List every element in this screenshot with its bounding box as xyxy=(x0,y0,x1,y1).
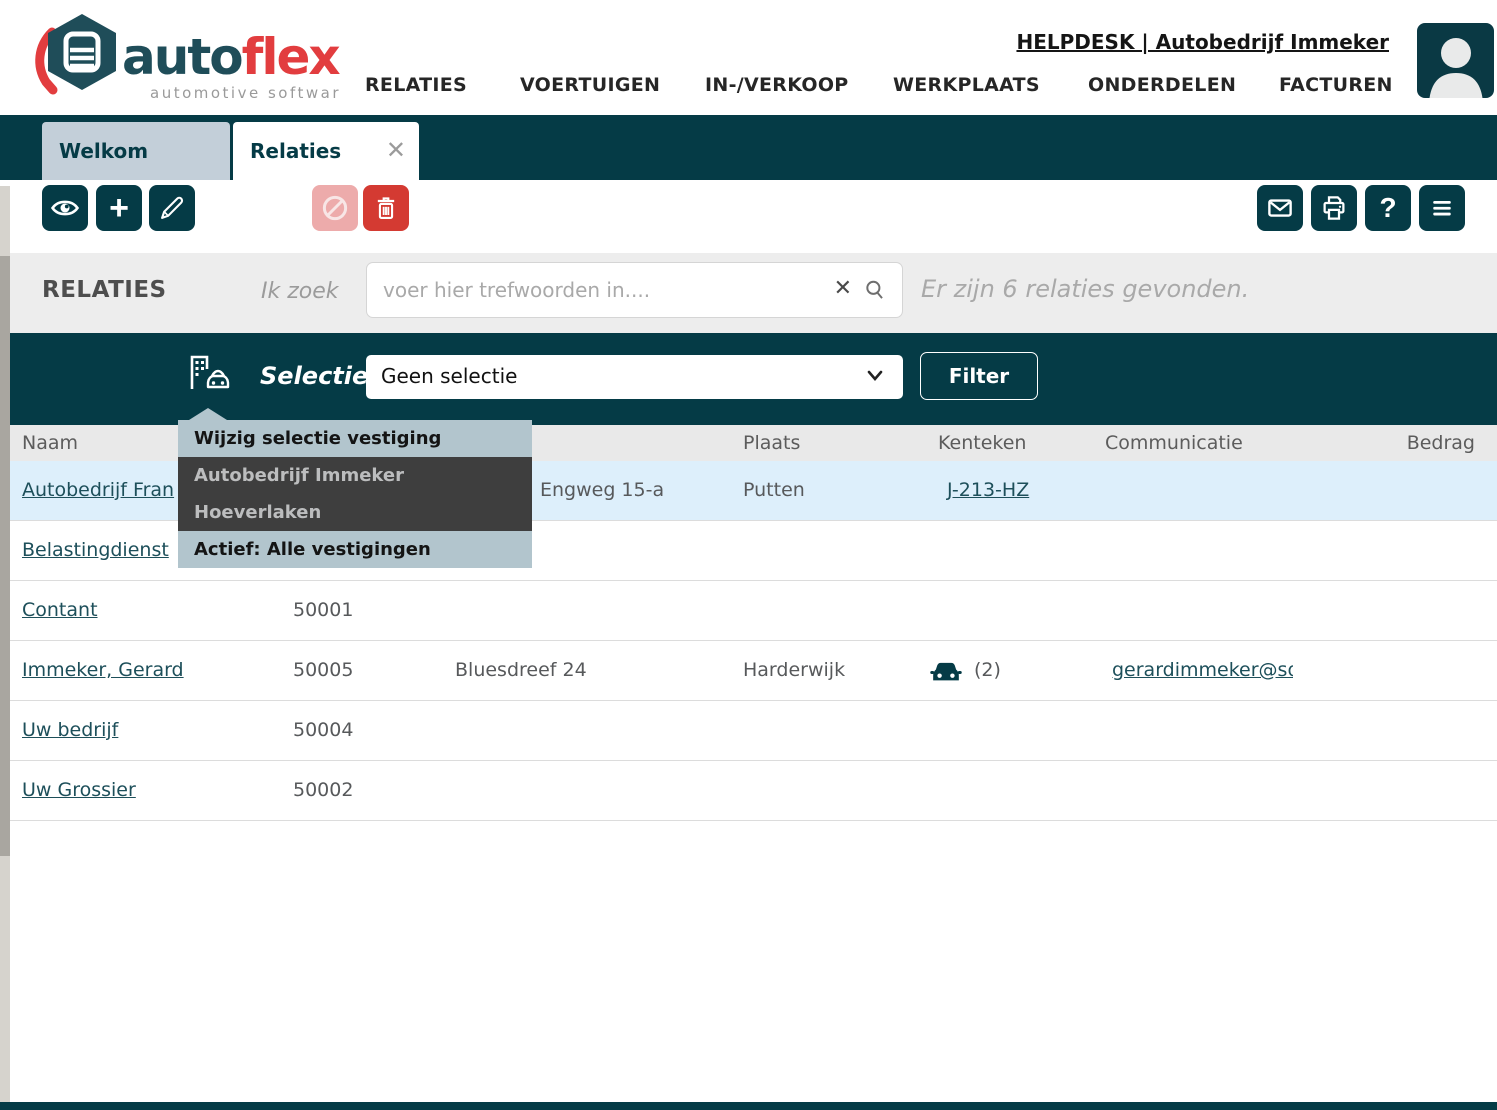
column-header-bedrag[interactable]: Bedrag xyxy=(1407,425,1475,461)
printer-icon xyxy=(1319,193,1349,223)
autoflex-logo[interactable]: autoflex automotive software xyxy=(30,8,340,108)
vestiging-menu: Wijzig selectie vestiging Autobedrijf Im… xyxy=(178,420,532,568)
relation-name-link[interactable]: Autobedrijf Fran xyxy=(22,461,174,520)
pencil-icon xyxy=(158,194,186,222)
app-window: autoflex automotive software RELATIES VO… xyxy=(0,0,1497,1110)
clear-search-icon[interactable]: ✕ xyxy=(834,276,852,301)
search-box: ✕ xyxy=(366,262,903,318)
nav-in-verkoop[interactable]: IN-/VERKOOP xyxy=(705,74,849,96)
selected-option: Geen selectie xyxy=(381,364,517,388)
relation-name-link[interactable]: Belastingdienst xyxy=(22,521,169,580)
search-icon[interactable] xyxy=(862,277,888,307)
footer-bar xyxy=(0,1102,1497,1110)
chevron-down-icon xyxy=(865,368,885,388)
relation-name-link[interactable]: Immeker, Gerard xyxy=(22,641,184,700)
add-button[interactable]: + xyxy=(96,185,142,231)
tab-welkom[interactable]: Welkom xyxy=(42,122,230,180)
column-header-kenteken[interactable]: Kenteken xyxy=(938,425,1026,461)
svg-text:autoflex: autoflex xyxy=(122,28,340,86)
menu-item-autobedrijf-immeker[interactable]: Autobedrijf Immeker xyxy=(178,457,532,494)
license-plate-link[interactable]: J-213-HZ xyxy=(947,461,1029,520)
relation-address: Bluesdreef 24 xyxy=(455,641,587,700)
email-link[interactable] xyxy=(1112,461,1293,520)
edit-button[interactable] xyxy=(149,185,195,231)
table-row[interactable]: Uw bedrijf 50004 xyxy=(0,701,1497,761)
envelope-icon xyxy=(1265,193,1295,223)
block-button[interactable] xyxy=(312,185,358,231)
table-row[interactable]: Contant 50001 xyxy=(0,581,1497,641)
email-link[interactable]: gerardimmeker@so xyxy=(1112,641,1293,700)
logo-word-auto: auto xyxy=(122,28,242,86)
plus-icon: + xyxy=(109,188,129,228)
menu-item-wijzig-selectie[interactable]: Wijzig selectie vestiging xyxy=(178,420,532,457)
table-row[interactable]: Immeker, Gerard 50005 Bluesdreef 24 Hard… xyxy=(0,641,1497,701)
email-link[interactable] xyxy=(1112,521,1293,580)
tab-label: Welkom xyxy=(59,139,148,163)
column-header-naam[interactable]: Naam xyxy=(22,425,78,461)
table-row[interactable]: Uw Grossier 50002 xyxy=(0,761,1497,821)
relation-city: Harderwijk xyxy=(743,641,845,700)
menu-item-hoeverlaken[interactable]: Hoeverlaken xyxy=(178,494,532,531)
question-icon: ? xyxy=(1379,192,1396,224)
print-button[interactable] xyxy=(1311,185,1357,231)
column-header-communicatie[interactable]: Communicatie xyxy=(1105,425,1243,461)
column-header-plaats[interactable]: Plaats xyxy=(743,425,800,461)
menu-button[interactable] xyxy=(1419,185,1465,231)
nav-werkplaats[interactable]: WERKPLAATS xyxy=(893,74,1040,96)
tab-label: Relaties xyxy=(250,139,341,163)
relation-city: Putten xyxy=(743,461,805,520)
vestiging-selector-icon[interactable] xyxy=(186,353,234,401)
vehicle-count: (2) xyxy=(974,641,1001,700)
nav-onderdelen[interactable]: ONDERDELEN xyxy=(1088,74,1236,96)
email-link[interactable] xyxy=(1112,701,1293,760)
selection-label: Selectie xyxy=(260,362,368,390)
menu-item-actief-alle-vestigingen[interactable]: Actief: Alle vestigingen xyxy=(178,531,532,568)
person-icon xyxy=(1417,23,1494,98)
page-title: RELATIES xyxy=(42,277,167,303)
nav-relaties[interactable]: RELATIES xyxy=(365,74,467,96)
relation-name-link[interactable]: Contant xyxy=(22,581,98,640)
menu-pointer-icon xyxy=(189,408,227,420)
logo-word-flex: flex xyxy=(242,28,340,86)
relation-address: Engweg 15-a xyxy=(540,461,664,520)
scrollbar-thumb[interactable] xyxy=(0,256,10,856)
relation-number: 50004 xyxy=(293,701,353,760)
results-count-text: Er zijn 6 relaties gevonden. xyxy=(921,275,1249,303)
trash-icon xyxy=(372,194,400,222)
vehicles-cell[interactable]: (2) xyxy=(928,641,1001,700)
left-scrollbar[interactable] xyxy=(0,186,10,1110)
logo-tagline: automotive software xyxy=(150,84,340,102)
building-car-icon xyxy=(186,353,234,397)
autoflex-logo-icon: autoflex automotive software xyxy=(30,8,340,108)
block-icon xyxy=(320,193,350,223)
app-header: autoflex automotive software RELATIES VO… xyxy=(0,0,1497,115)
search-prompt: Ik zoek xyxy=(261,279,339,304)
view-button[interactable] xyxy=(42,185,88,231)
avatar[interactable] xyxy=(1417,23,1494,98)
email-link[interactable] xyxy=(1112,761,1293,820)
email-link[interactable] xyxy=(1112,581,1293,640)
relation-number: 50001 xyxy=(293,581,353,640)
help-button[interactable]: ? xyxy=(1365,185,1411,231)
relation-number: 50002 xyxy=(293,761,353,820)
email-button[interactable] xyxy=(1257,185,1303,231)
toolbar: + xyxy=(0,180,1497,253)
nav-facturen[interactable]: FACTUREN xyxy=(1279,74,1393,96)
helpdesk-link[interactable]: HELPDESK | Autobedrijf Immeker xyxy=(1016,30,1389,54)
tab-bar: Welkom Relaties ✕ xyxy=(0,115,1497,180)
eye-icon xyxy=(50,193,80,223)
relation-name-link[interactable]: Uw bedrijf xyxy=(22,701,118,760)
relation-name-link[interactable]: Uw Grossier xyxy=(22,761,136,820)
car-icon xyxy=(928,657,964,685)
delete-button[interactable] xyxy=(363,185,409,231)
search-input[interactable] xyxy=(367,263,902,317)
nav-voertuigen[interactable]: VOERTUIGEN xyxy=(520,74,660,96)
tab-relaties[interactable]: Relaties ✕ xyxy=(233,122,419,180)
search-section: RELATIES Ik zoek ✕ Er zijn 6 relaties ge… xyxy=(0,253,1497,333)
selection-dropdown[interactable]: Geen selectie xyxy=(366,355,903,399)
close-icon[interactable]: ✕ xyxy=(386,122,406,178)
hamburger-icon xyxy=(1428,194,1456,222)
relation-number: 50005 xyxy=(293,641,353,700)
filter-button[interactable]: Filter xyxy=(920,352,1038,400)
